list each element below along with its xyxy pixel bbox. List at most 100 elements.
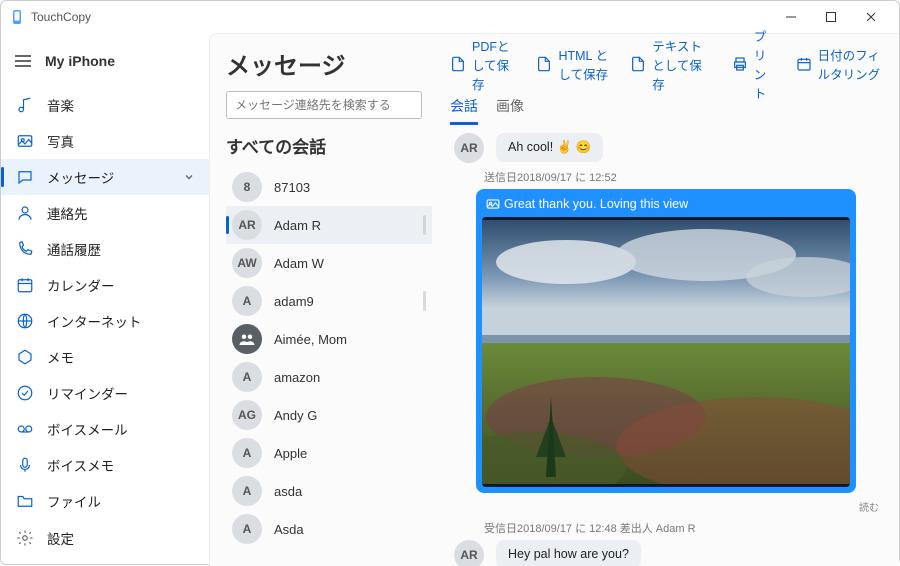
hamburger-menu[interactable]	[15, 55, 31, 67]
avatar: AR	[454, 540, 484, 566]
message-row: AR Ah cool! ✌️ 😊	[448, 133, 883, 163]
save-pdf-button[interactable]: PDFとして保存	[450, 36, 516, 93]
chevron-down-icon	[183, 171, 195, 183]
section-header: すべての会話	[226, 133, 432, 158]
sidebar-item-label: 写真	[47, 131, 74, 151]
reminders-icon	[15, 383, 35, 403]
group-avatar	[232, 324, 262, 354]
sidebar-item-label: ファイル	[47, 491, 101, 511]
voicemail-icon	[15, 419, 35, 439]
app-icon	[9, 9, 25, 25]
sidebar-item-contacts[interactable]: 連絡先	[1, 195, 209, 231]
conversation-item[interactable]: Aadam9	[226, 282, 432, 320]
print-button[interactable]: プリント	[732, 26, 776, 102]
music-icon	[15, 95, 35, 115]
sidebar-item-calendar[interactable]: カレンダー	[1, 267, 209, 303]
message-thread: AR Ah cool! ✌️ 😊 送信日2018/09/17 に 12:52 G…	[446, 129, 885, 566]
sidebar-item-label: メッセージ	[47, 167, 114, 187]
conversation-name: amazon	[274, 370, 320, 385]
conversation-name: asda	[274, 484, 302, 499]
internet-icon	[15, 311, 35, 331]
tab-images[interactable]: 画像	[496, 96, 524, 125]
conversation-item[interactable]: AGAndy G	[226, 396, 432, 434]
conversation-item[interactable]: AR Adam R	[226, 206, 432, 244]
message-bubble: Hey pal how are you?	[496, 540, 641, 566]
conversation-name: 87103	[274, 180, 310, 195]
sidebar-item-label: カレンダー	[47, 275, 115, 295]
sidebar-item-voicemail[interactable]: ボイスメール	[1, 411, 209, 447]
sidebar-item-voicememo[interactable]: ボイスメモ	[1, 447, 209, 483]
conversation-item[interactable]: Aamazon	[226, 358, 432, 396]
minimize-button[interactable]	[771, 3, 811, 31]
callhistory-icon	[15, 239, 35, 259]
voicememo-icon	[15, 455, 35, 475]
attachment-icon	[486, 198, 500, 210]
conversation-item[interactable]: Aasda	[226, 472, 432, 510]
message-bubble: Ah cool! ✌️ 😊	[496, 133, 603, 162]
avatar: A	[232, 438, 262, 468]
conversation-item[interactable]: AWAdam W	[226, 244, 432, 282]
gear-icon	[15, 528, 35, 548]
toolbar: PDFとして保存 HTML として保存 テキストとして保存 プリント 日付のフィ…	[446, 46, 885, 82]
conversation-item[interactable]: A Apple	[226, 434, 432, 472]
text-icon	[630, 56, 646, 72]
sidebar-item-label: 連絡先	[47, 203, 88, 223]
avatar: AR	[232, 210, 262, 240]
conversation-name: Apple	[274, 446, 307, 461]
message-meta: 受信日2018/09/17 に 12:48 差出人 Adam R	[484, 520, 883, 536]
read-indicator: 読む	[448, 499, 879, 514]
sidebar-item-label: リマインダー	[47, 383, 128, 403]
avatar: 8	[232, 172, 262, 202]
attached-image	[482, 217, 850, 487]
conversation-name: adam9	[274, 294, 314, 309]
sidebar-item-callhistory[interactable]: 通話履歴	[1, 231, 209, 267]
avatar: AW	[232, 248, 262, 278]
sidebar-item-music[interactable]: 音楽	[1, 87, 209, 123]
sidebar-item-files[interactable]: ファイル	[1, 483, 209, 519]
conversation-name: Adam R	[274, 218, 321, 233]
conversation-name: Asda	[274, 522, 304, 537]
close-button[interactable]	[851, 3, 891, 31]
sidebar-item-label: 設定	[47, 528, 74, 548]
sidebar-item-notes[interactable]: メモ	[1, 339, 209, 375]
sidebar-item-internet[interactable]: インターネット	[1, 303, 209, 339]
messages-icon	[15, 167, 35, 187]
sidebar-item-label: 通話履歴	[47, 239, 101, 259]
sidebar-item-label: 音楽	[47, 95, 74, 115]
photos-icon	[15, 131, 35, 151]
calendar-icon	[796, 56, 812, 72]
sidebar-item-settings[interactable]: 設定	[1, 520, 209, 556]
page-title: メッセージ	[226, 46, 432, 81]
conversation-item[interactable]: 8 87103	[226, 168, 432, 206]
sidebar-item-reminders[interactable]: リマインダー	[1, 375, 209, 411]
sidebar-item-label: ボイスメール	[47, 419, 128, 439]
search-container	[226, 91, 432, 119]
avatar: A	[232, 514, 262, 544]
app-title: TouchCopy	[31, 10, 91, 24]
print-icon	[732, 56, 748, 72]
tab-conversation[interactable]: 会話	[450, 96, 478, 125]
sidebar-item-photos[interactable]: 写真	[1, 123, 209, 159]
sent-message: Great thank you. Loving this view	[476, 189, 856, 493]
message-row: AR Hey pal how are you?	[448, 540, 883, 566]
search-input[interactable]	[226, 91, 422, 119]
save-html-button[interactable]: HTML として保存	[536, 45, 610, 83]
calendar-icon	[15, 275, 35, 295]
save-text-button[interactable]: テキストとして保存	[630, 36, 711, 93]
conversation-list: 887103ARAdam RAWAdam WAadam9Aimée, MomAa…	[226, 168, 432, 566]
conversation-item[interactable]: A Asda	[226, 510, 432, 548]
sidebar-item-label: インターネット	[47, 311, 142, 331]
date-filter-button[interactable]: 日付のフィルタリング	[796, 45, 885, 83]
message-meta: 送信日2018/09/17 に 12:52	[484, 169, 883, 185]
conversation-name: Aimée, Mom	[274, 332, 347, 347]
files-icon	[15, 491, 35, 511]
contacts-icon	[15, 203, 35, 223]
sidebar-item-label: ボイスメモ	[47, 455, 114, 475]
avatar: A	[232, 362, 262, 392]
conversation-item[interactable]: Aimée, Mom	[226, 320, 432, 358]
avatar: AG	[232, 400, 262, 430]
avatar: A	[232, 286, 262, 316]
sent-caption: Great thank you. Loving this view	[482, 195, 850, 217]
sidebar-item-messages[interactable]: メッセージ	[1, 159, 209, 195]
maximize-button[interactable]	[811, 3, 851, 31]
